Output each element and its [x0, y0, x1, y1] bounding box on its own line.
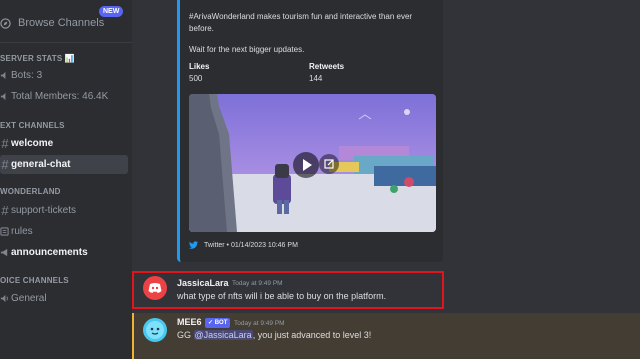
play-button[interactable] — [293, 152, 319, 178]
message-timestamp: Today at 9:49 PM — [234, 320, 285, 327]
sidebar-item-announcements[interactable]: announcements — [0, 243, 128, 262]
external-link-icon — [324, 159, 334, 169]
sidebar-item-welcome[interactable]: # welcome — [0, 134, 128, 153]
twitter-embed: #ArivaWonderland makes tourism fun and i… — [177, 0, 443, 262]
browse-channels-label: Browse Channels — [18, 17, 105, 29]
new-badge: NEW — [99, 6, 124, 17]
sidebar-item-label: Total Members: 46.4K — [11, 91, 109, 102]
category-voice-channels[interactable]: OICE CHANNELS — [0, 276, 69, 285]
avatar[interactable] — [143, 318, 167, 342]
embed-text-line-2: before. — [189, 24, 214, 33]
hash-icon: # — [1, 203, 9, 218]
message-content: GG @JassicaLara, you just advanced to le… — [177, 330, 371, 340]
embed-footer-text: Twitter • 01/14/2023 10:46 PM — [204, 241, 298, 249]
speaker-icon — [0, 71, 6, 80]
retweets-value: 144 — [309, 74, 323, 83]
sidebar-item-bots[interactable]: Bots: 3 — [0, 66, 128, 85]
sidebar-item-general-chat[interactable]: # general-chat — [0, 155, 128, 174]
sidebar-item-label: welcome — [11, 138, 54, 149]
sidebar-item-label: Bots: 3 — [11, 70, 43, 81]
user-mention[interactable]: @JassicaLara — [193, 330, 253, 340]
sidebar-item-total-members[interactable]: Total Members: 46.4K — [0, 87, 128, 106]
play-icon — [303, 159, 312, 171]
message-content: what type of nfts will i be able to buy … — [177, 291, 387, 301]
channel-sidebar: Browse Channels NEW SERVER STATS 📊 Bots:… — [0, 0, 132, 359]
message-text-suffix: , you just advanced to level 3! — [252, 330, 372, 340]
embed-text-line-1: #ArivaWonderland makes tourism fun and i… — [189, 12, 413, 21]
bot-badge: ✓ BOT — [205, 318, 231, 328]
discord-app: Browse Channels NEW SERVER STATS 📊 Bots:… — [0, 0, 640, 359]
sidebar-divider — [0, 42, 132, 43]
hash-icon: # — [1, 136, 9, 151]
speaker-icon — [0, 92, 6, 101]
highlight-annotation-box — [132, 271, 444, 309]
megaphone-icon — [0, 248, 8, 257]
sidebar-item-general-voice[interactable]: General — [0, 289, 128, 308]
mee6-face-icon — [146, 321, 164, 339]
embed-video[interactable] — [189, 94, 436, 232]
embed-footer: Twitter • 01/14/2023 10:46 PM — [189, 240, 298, 250]
sidebar-item-label: General — [11, 293, 47, 304]
sidebar-item-support-tickets[interactable]: # support-tickets — [0, 201, 128, 220]
embed-text-line-3: Wait for the next bigger updates. — [189, 45, 305, 54]
retweets-label: Retweets — [309, 62, 345, 71]
category-wonderland[interactable]: WONDERLAND — [0, 187, 61, 196]
category-server-stats[interactable]: SERVER STATS 📊 — [0, 54, 75, 63]
message-text-prefix: GG — [177, 330, 194, 340]
category-text-channels[interactable]: EXT CHANNELS — [0, 121, 65, 130]
rules-channel-icon — [0, 227, 9, 236]
message-author[interactable]: JassicaLara — [177, 278, 229, 288]
likes-label: Likes — [189, 62, 210, 71]
sidebar-item-label: rules — [11, 226, 33, 237]
sidebar-item-label: general-chat — [11, 159, 71, 170]
discord-logo-icon — [148, 283, 162, 293]
twitter-bird-icon — [189, 241, 198, 249]
compass-icon — [0, 17, 11, 29]
hash-icon: # — [1, 157, 9, 172]
message-author[interactable]: MEE6 — [177, 317, 202, 327]
open-external-button[interactable] — [319, 154, 339, 174]
sidebar-item-label: announcements — [11, 247, 88, 258]
message-area: #ArivaWonderland makes tourism fun and i… — [132, 0, 640, 359]
likes-value: 500 — [189, 74, 203, 83]
message-timestamp: Today at 9:49 PM — [232, 280, 283, 287]
sidebar-item-rules[interactable]: rules — [0, 222, 128, 241]
avatar[interactable] — [143, 276, 167, 300]
speaker-icon — [0, 294, 8, 303]
sidebar-item-label: support-tickets — [11, 205, 77, 216]
